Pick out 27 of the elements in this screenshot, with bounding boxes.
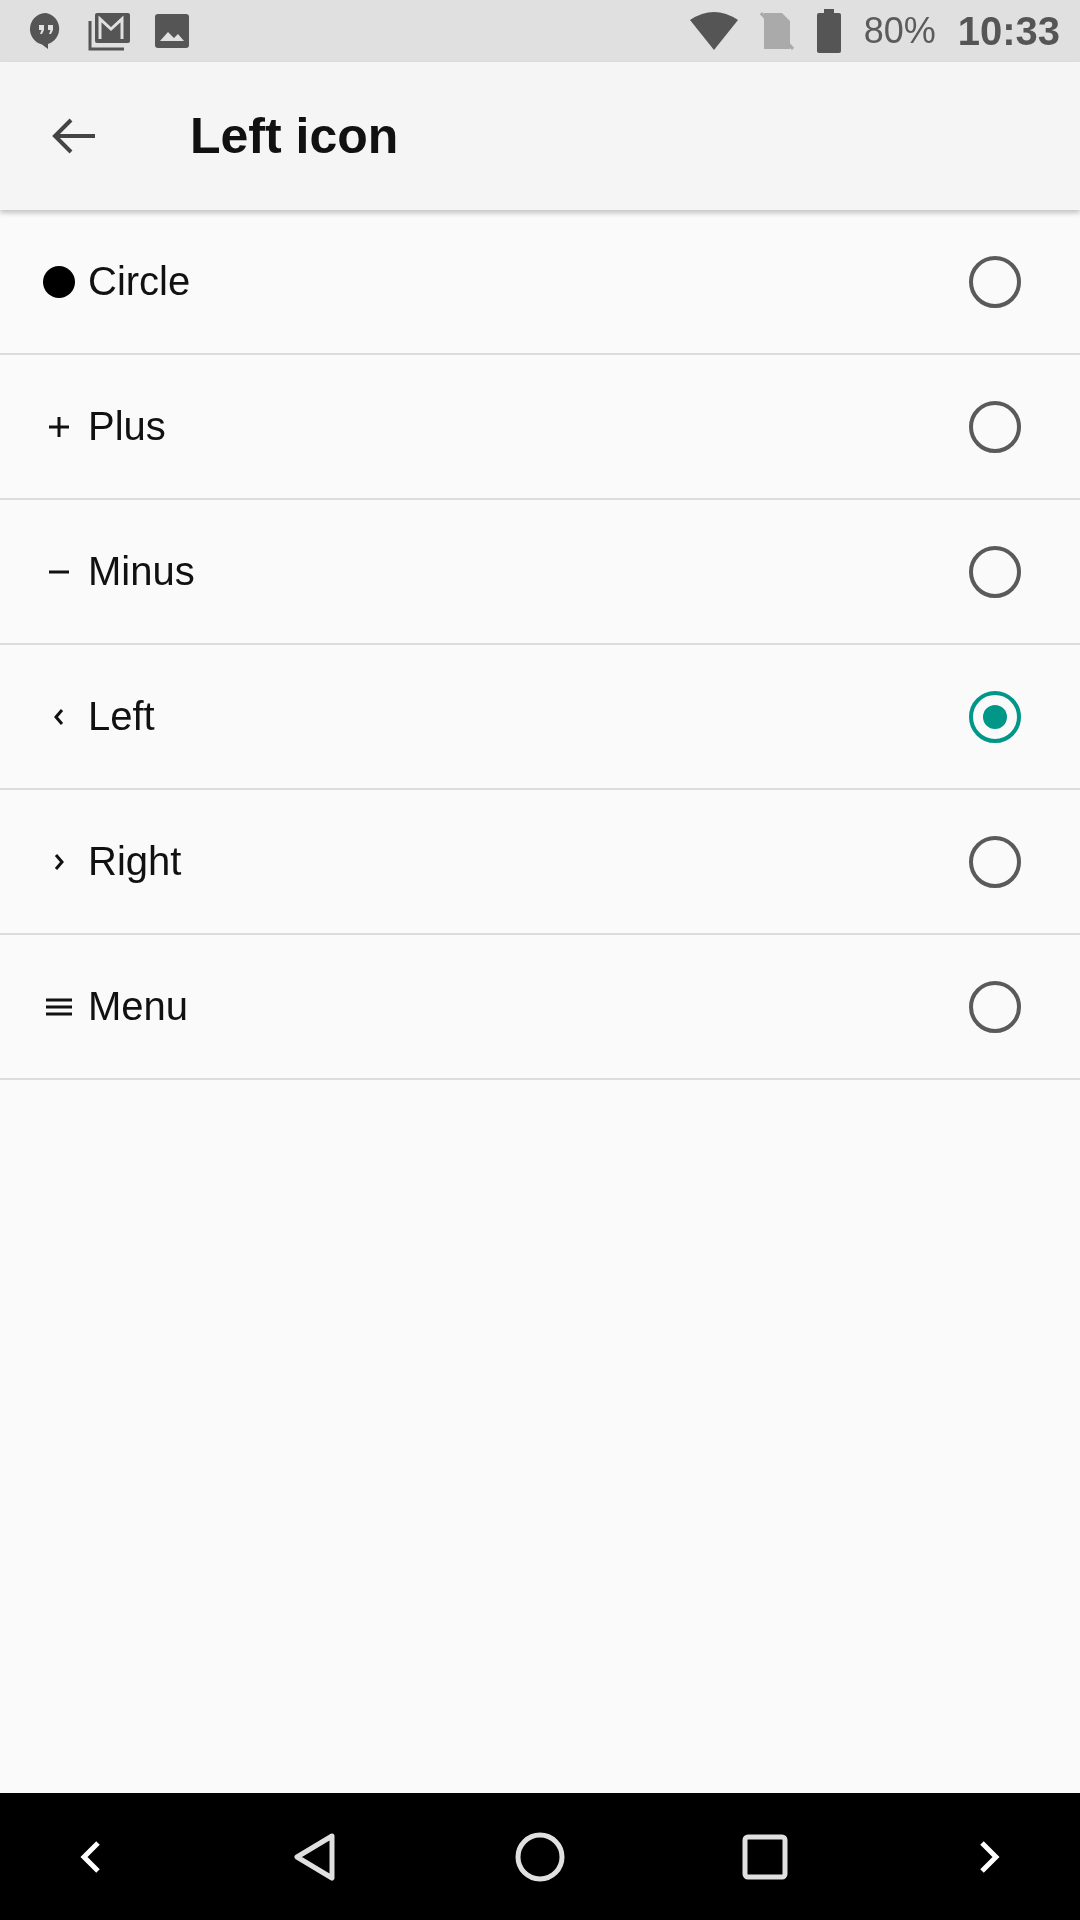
- chevron-right-icon: [54, 853, 64, 870]
- back-arrow-icon: [51, 116, 97, 156]
- image-icon: [154, 13, 190, 49]
- option-label: Left: [88, 694, 156, 739]
- radio-button[interactable]: [969, 545, 1021, 598]
- radio-button[interactable]: [969, 690, 1021, 743]
- mail-icon: [86, 11, 132, 51]
- chevron-left-icon: [54, 708, 64, 725]
- option-label: Plus: [88, 404, 167, 449]
- option-label: Menu: [88, 984, 190, 1029]
- option-label: Minus: [88, 549, 196, 594]
- screen-title: Left icon: [190, 107, 399, 165]
- radio-button[interactable]: [969, 400, 1021, 453]
- battery-icon: [815, 9, 842, 53]
- minus-icon: [49, 569, 69, 574]
- battery-percent: 80%: [863, 10, 936, 52]
- no-sim-icon: [759, 11, 794, 51]
- radio-button[interactable]: [969, 255, 1021, 308]
- radio-button[interactable]: [969, 980, 1021, 1033]
- plus-icon: [49, 416, 69, 437]
- circle-icon: [42, 264, 76, 299]
- radio-button[interactable]: [969, 835, 1021, 888]
- option-label: Right: [88, 839, 183, 884]
- option-label: Circle: [88, 259, 192, 304]
- menu-icon: [46, 997, 72, 1016]
- wifi-icon: [689, 12, 738, 50]
- clock-time: 10:33: [957, 8, 1060, 54]
